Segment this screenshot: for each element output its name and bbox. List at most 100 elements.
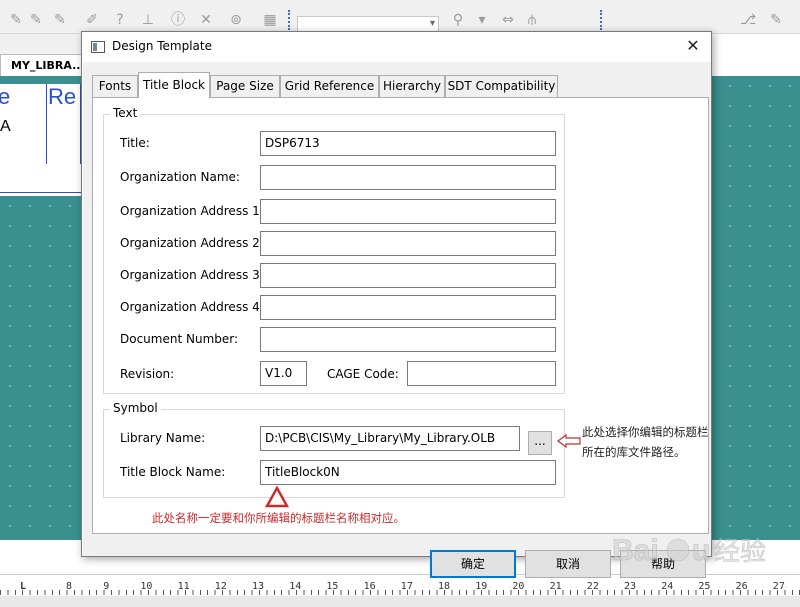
organization-address-1-label: Organization Address 1 [120,204,260,219]
ok-button[interactable]: 确定 [430,550,516,578]
organization-name-field[interactable] [260,165,556,190]
ruler-number: 24 [661,581,674,592]
dialog-titlebar[interactable]: Design Template ✕ [82,32,711,62]
title-block-name-label: Title Block Name: [120,465,226,479]
organization-address-3-text: Organization Address 3 [120,268,260,282]
dialog-title: Design Template [112,39,213,53]
document-tab[interactable]: MY_LIBRA..* [0,54,86,76]
wire-tool-icon[interactable]: ✎ [8,12,24,28]
grid-icon[interactable]: ▦ [262,12,278,28]
tab-fonts[interactable]: Fonts [92,75,138,97]
ruler-number: 20 [512,581,525,592]
filter-icon[interactable]: ✎ [768,12,784,28]
cancel-button[interactable]: 取消 [525,550,611,578]
library-name-field[interactable]: D:\PCB\CIS\My_Library\My_Library.OLB [260,426,520,451]
revision-field[interactable]: V1.0 [260,361,307,386]
ruler-number: 27 [772,581,785,592]
organization-address-4-text: Organization Address 4 [120,300,260,314]
document-number-label: Document Number: [120,332,239,346]
organization-address-2-field[interactable] [260,231,556,256]
ruler-number: 26 [735,581,748,592]
document-tab-label: MY_LIBRA..* [11,59,87,72]
title-block-line [46,84,47,164]
ruler-number: 12 [214,581,227,592]
ruler-number: 9 [103,581,110,592]
ruler-number: 19 [475,581,488,592]
pin-icon[interactable]: ⊥ [140,12,156,28]
text-icon[interactable]: ▾ [474,12,490,28]
left-arrow-icon [557,434,581,448]
tab-page-size[interactable]: Page Size [210,75,280,97]
tab-sdt-compatibility[interactable]: SDT Compatibility [445,75,558,97]
ruler-number: 22 [586,581,599,592]
tab-grid-reference[interactable]: Grid Reference [280,75,379,97]
symbol-group-label: Symbol [110,401,161,415]
title-block-line [0,192,82,193]
browse-button[interactable]: ... [528,431,552,455]
organization-address-2-label: Organization Address 2 [120,236,260,251]
close-button[interactable]: ✕ [683,36,703,56]
design-template-dialog: Design Template ✕ Fonts Title Block Page… [81,31,712,578]
ruler-number: 23 [624,581,637,592]
svg-text:u: u [692,534,710,567]
window-icon [91,41,105,53]
ruler-number: 11 [177,581,190,592]
library-path-annotation: 此处选择你编辑的标题栏所在的库文件路径。 [582,425,709,459]
ruler-origin: L [20,581,27,592]
chevron-down-icon: ▾ [429,18,435,29]
title-block-header: e [0,84,11,109]
search-icon[interactable]: ⚲ [450,12,466,28]
usb-icon[interactable]: ⎇ [740,12,756,28]
ruler-number: 21 [549,581,562,592]
tab-title-block[interactable]: Title Block [138,72,210,98]
bus-tool-icon[interactable]: ✎ [28,12,44,28]
title-block-value: A [0,118,11,135]
svg-text:经验: 经验 [714,537,766,567]
zoom-icon[interactable]: ⊚ [228,12,244,28]
ruler-number: 17 [400,581,413,592]
info-icon[interactable]: ⓘ [170,12,186,28]
dialog-body: Fonts Title Block Page Size Grid Referen… [83,62,711,578]
organization-address-4-field[interactable] [260,295,556,320]
ruler-number: 10 [140,581,153,592]
organization-address-3-field[interactable] [260,263,556,288]
organization-address-2-text: Organization Address 2 [120,236,260,250]
title-label: Title: [120,136,150,150]
svg-text:Bai: Bai [612,534,659,567]
main-toolbar: ✎ ✎ ✎ ✐ ? ⊥ ⓘ ✕ ⊚ ▦ ▾ ⚲ ▾ ⇔ ⫛ ⎇ ✎ [0,0,800,34]
document-number-field[interactable] [260,327,556,352]
organization-address-3-label: Organization Address 3 [120,268,260,283]
cage-code-field[interactable] [407,361,556,386]
title-field[interactable]: DSP6713 [260,131,556,156]
align-icon[interactable]: ⇔ [500,12,516,28]
title-block-name-field[interactable]: TitleBlock0N [260,460,556,485]
library-name-label: Library Name: [120,431,206,445]
cage-code-label: CAGE Code: [327,367,399,381]
pen-icon[interactable]: ✐ [84,12,100,28]
ruler-number: 16 [363,581,376,592]
organization-address-1-text: Organization Address 1 [120,204,260,218]
up-triangle-icon [265,486,289,508]
organization-address-1-field[interactable] [260,199,556,224]
help-icon[interactable]: ? [112,12,128,28]
title-block-panel: Text Title: DSP6713 Organization Name: O… [92,97,709,534]
status-bar [0,596,800,607]
ruler-number: 18 [438,581,451,592]
toolbar-separator [288,10,290,30]
net-alias-icon[interactable]: ✎ [52,12,68,28]
ruler-number: 8 [66,581,73,592]
text-group-label: Text [110,106,141,120]
toolbar-separator [600,10,602,30]
plug-icon[interactable]: ⫛ [524,12,540,28]
ruler-number: 13 [252,581,265,592]
organization-address-4-label: Organization Address 4 [120,300,260,315]
ruler-number: 14 [289,581,302,592]
tab-hierarchy[interactable]: Hierarchy [379,75,445,97]
title-block-header: Re [48,84,77,109]
ignore-icon[interactable]: ✕ [198,12,214,28]
ruler-number: 15 [326,581,339,592]
revision-label: Revision: [120,367,175,381]
title-block-name-annotation: 此处名称一定要和你所编辑的标题栏名称相对应。 [152,511,405,525]
ruler-number: 25 [698,581,711,592]
title-block-fragment: e Re A [0,84,82,196]
